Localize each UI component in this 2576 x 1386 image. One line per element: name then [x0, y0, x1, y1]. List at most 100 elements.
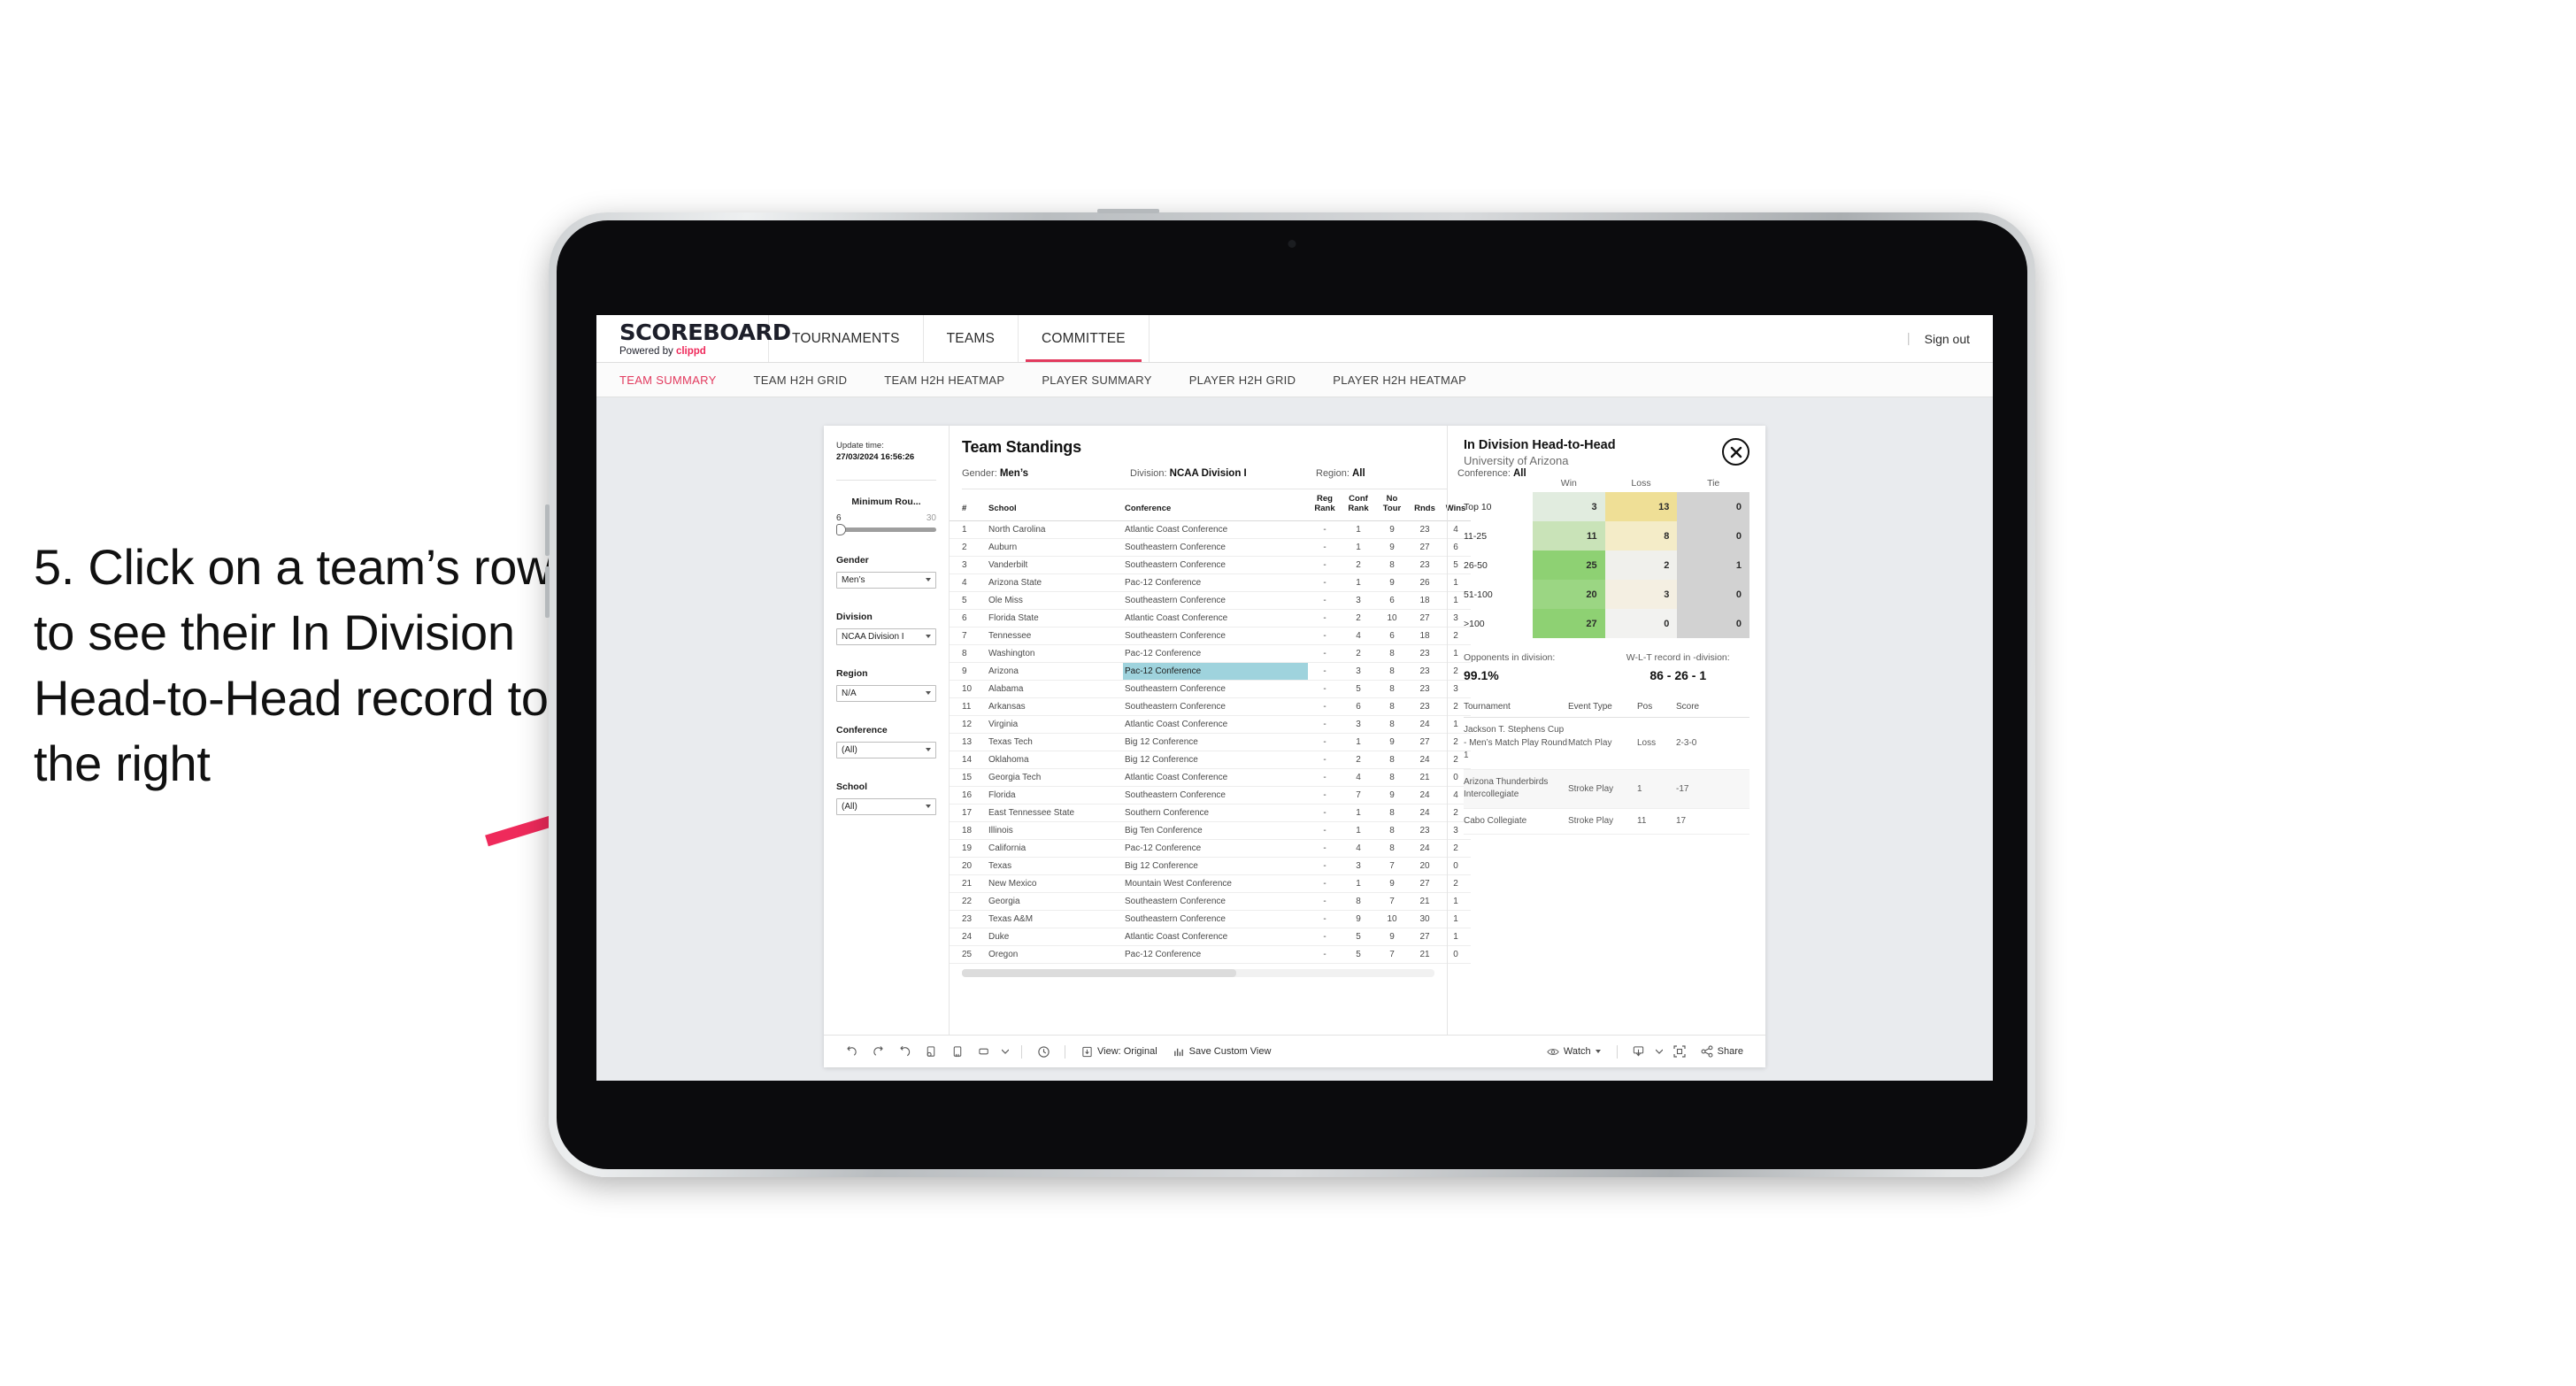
table-row[interactable]: 22 Georgia Southeastern Conference -8 7 21 1	[950, 892, 1471, 911]
table-row[interactable]: 7 Tennessee Southeastern Conference -4 6 18 2	[950, 627, 1471, 645]
summary-opponents-label: Opponents in division:	[1464, 652, 1556, 663]
revert-icon[interactable]	[891, 1045, 918, 1059]
chevron-down-icon[interactable]	[1652, 1049, 1666, 1054]
table-row[interactable]: 4 Arizona State Pac-12 Conference -1 9 26 1	[950, 574, 1471, 592]
rank-cell: 19	[950, 839, 987, 858]
refresh-data-icon[interactable]	[918, 1045, 944, 1059]
table-row[interactable]: 17 East Tennessee State Southern Conferenc…	[950, 804, 1471, 822]
save-custom-view-button[interactable]: Save Custom View	[1165, 1046, 1280, 1058]
conference-cell: Southeastern Conference	[1123, 786, 1308, 805]
table-row[interactable]: 23 Texas A&M Southeastern Conference -9 10 30…	[950, 910, 1471, 928]
table-row[interactable]: 18 Illinois Big Ten Conference -1 8 23 3	[950, 821, 1471, 840]
bottom-toolbar: View: Original Save Custom View Watch Sh…	[824, 1035, 1765, 1067]
rank-cell: 9	[950, 662, 987, 681]
chevron-down-icon[interactable]	[997, 1049, 1013, 1054]
table-row[interactable]: 10 Alabama Southeastern Conference -5 8 23 3	[950, 680, 1471, 698]
nav-tab-teams[interactable]: TEAMS	[924, 315, 1019, 362]
col-rank[interactable]: #	[950, 489, 987, 521]
region-select[interactable]: N/A	[836, 684, 936, 702]
col-school[interactable]: School	[987, 489, 1123, 521]
reg-rank-cell: -	[1308, 591, 1342, 610]
subtab-team-h2h-grid[interactable]: TEAM H2H GRID	[754, 373, 848, 387]
redo-icon[interactable]	[865, 1045, 891, 1059]
download-icon[interactable]	[1626, 1045, 1652, 1059]
h2h-win-cell: 3	[1533, 492, 1605, 521]
no-tour-cell: 6	[1375, 591, 1409, 610]
col-no-tour[interactable]: No Tour	[1375, 489, 1409, 521]
table-row[interactable]: 12 Virginia Atlantic Coast Conference -3 8 24…	[950, 715, 1471, 734]
save-view-icon	[1173, 1048, 1183, 1056]
conference-select[interactable]: (All)	[836, 741, 936, 758]
toolbar-divider-3	[1616, 1044, 1618, 1059]
tournament-row[interactable]: Jackson T. Stephens Cup - Men’s Match Pl…	[1464, 718, 1749, 770]
brand-logo[interactable]: SCOREBOARD Powered by clippd	[596, 315, 791, 362]
subtab-team-summary[interactable]: TEAM SUMMARY	[619, 373, 717, 387]
h2h-header: In Division Head-to-Head University of A…	[1464, 438, 1749, 467]
table-row[interactable]: 15 Georgia Tech Atlantic Coast Conference -…	[950, 768, 1471, 787]
tournament-score: -17	[1676, 783, 1689, 794]
col-conf-rank[interactable]: Conf Rank	[1342, 489, 1375, 521]
subtab-player-h2h-heatmap[interactable]: PLAYER H2H HEATMAP	[1333, 373, 1466, 387]
table-row[interactable]: 2 Auburn Southeastern Conference -1 9 27 6	[950, 538, 1471, 557]
subtab-player-h2h-grid[interactable]: PLAYER H2H GRID	[1189, 373, 1296, 387]
volume-down-button[interactable]	[545, 566, 550, 618]
view-original-button[interactable]: View: Original	[1073, 1046, 1165, 1058]
table-row[interactable]: 6 Florida State Atlantic Coast Conference -…	[950, 609, 1471, 628]
slider-handle[interactable]	[836, 523, 846, 535]
no-tour-cell: 9	[1375, 786, 1409, 805]
undo-icon[interactable]	[838, 1045, 865, 1059]
h2h-loss-cell: 13	[1604, 492, 1678, 521]
table-row[interactable]: 21 New Mexico Mountain West Conference -1 9 2…	[950, 874, 1471, 893]
fullscreen-icon[interactable]	[1666, 1045, 1693, 1058]
watch-button[interactable]: Watch	[1539, 1046, 1609, 1057]
tournament-row[interactable]: Cabo Collegiate Stroke Play 11 17	[1464, 809, 1749, 835]
table-row[interactable]: 16 Florida Southeastern Conference -7 9 24 4	[950, 786, 1471, 805]
conference-cell: Big 12 Conference	[1123, 857, 1308, 875]
view-icon	[1082, 1046, 1092, 1057]
table-row[interactable]: 9 Arizona Pac-12 Conference -3 8 23 2	[950, 662, 1471, 681]
nav-tab-committee[interactable]: COMMITTEE	[1019, 315, 1150, 362]
horizontal-scrollbar[interactable]	[962, 968, 1434, 977]
power-button[interactable]	[1097, 209, 1159, 213]
conf-rank-cell: 1	[1342, 874, 1375, 893]
scrollbar-thumb[interactable]	[962, 968, 1236, 977]
subtab-team-h2h-heatmap[interactable]: TEAM H2H HEATMAP	[884, 373, 1004, 387]
subtab-player-summary[interactable]: PLAYER SUMMARY	[1042, 373, 1151, 387]
table-row[interactable]: 3 Vanderbilt Southeastern Conference -2 8 23 5	[950, 556, 1471, 574]
col-reg-rank[interactable]: Reg Rank	[1308, 489, 1342, 521]
rnds-cell: 24	[1409, 804, 1441, 822]
table-row[interactable]: 24 Duke Atlantic Coast Conference -5 9 27 1	[950, 928, 1471, 946]
volume-up-button[interactable]	[545, 504, 550, 556]
table-row[interactable]: 11 Arkansas Southeastern Conference -6 8 23 2	[950, 697, 1471, 716]
school-select[interactable]: (All)	[836, 797, 936, 815]
close-icon[interactable]	[1722, 438, 1749, 466]
table-row[interactable]: 14 Oklahoma Big 12 Conference -2 8 24 2	[950, 751, 1471, 769]
layout-icon[interactable]	[971, 1046, 997, 1057]
table-row[interactable]: 25 Oregon Pac-12 Conference -5 7 21 0	[950, 945, 1471, 964]
share-button[interactable]: Share	[1693, 1045, 1751, 1058]
table-row[interactable]: 13 Texas Tech Big 12 Conference -1 9 27 2	[950, 733, 1471, 751]
minimum-rounds-slider[interactable]	[836, 523, 936, 535]
pause-icon[interactable]	[944, 1045, 971, 1059]
nav-tab-tournaments[interactable]: TOURNAMENTS	[769, 315, 924, 362]
no-tour-cell: 8	[1375, 680, 1409, 698]
table-row[interactable]: 20 Texas Big 12 Conference -3 7 20 0	[950, 857, 1471, 875]
gender-select[interactable]: Men’s	[836, 571, 936, 589]
conf-rank-cell: 4	[1342, 768, 1375, 787]
tcol-pos: Pos	[1637, 702, 1653, 712]
col-conference[interactable]: Conference	[1123, 489, 1308, 521]
division-select[interactable]: NCAA Division I	[836, 628, 936, 645]
table-row[interactable]: 8 Washington Pac-12 Conference -2 8 23 1	[950, 644, 1471, 663]
col-rnds[interactable]: Rnds	[1409, 489, 1441, 521]
table-row[interactable]: 5 Ole Miss Southeastern Conference -3 6 18 1	[950, 591, 1471, 610]
conf-rank-cell: 3	[1342, 715, 1375, 734]
table-row[interactable]: 1 North Carolina Atlantic Coast Conference…	[950, 520, 1471, 539]
app-screen: SCOREBOARD Powered by clippd TOURNAMENTS…	[596, 315, 1993, 1081]
reg-rank-cell: -	[1308, 892, 1342, 911]
rank-cell: 4	[950, 574, 987, 592]
table-row[interactable]: 19 California Pac-12 Conference -4 8 24 2	[950, 839, 1471, 858]
h2h-grid-row: 51-100 20 3 0	[1464, 580, 1750, 609]
alert-clock-icon[interactable]	[1030, 1045, 1057, 1059]
tournament-row[interactable]: Arizona Thunderbirds Intercollegiate Stro…	[1464, 769, 1749, 809]
sign-out-link[interactable]: Sign out	[1925, 332, 1970, 346]
